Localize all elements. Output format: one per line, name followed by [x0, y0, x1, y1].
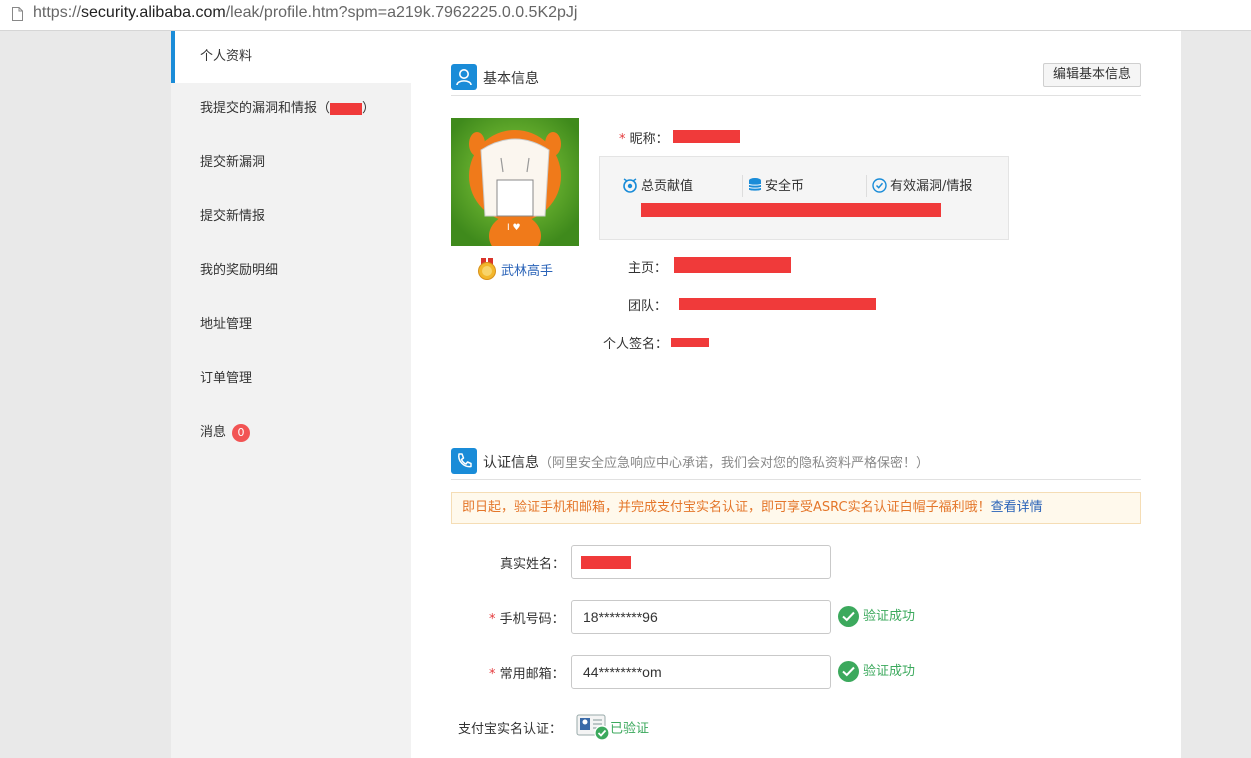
stat-valid: 有效漏洞/情报 — [872, 175, 972, 194]
url-host: security.alibaba.com — [81, 4, 226, 21]
user-icon — [451, 64, 477, 90]
basic-info-header: 基本信息 编辑基本信息 — [451, 61, 1141, 96]
browser-address-bar[interactable]: https://security.alibaba.com/leak/profil… — [0, 0, 1251, 31]
stats-values-redaction — [641, 203, 941, 217]
email-status-text: 验证成功 — [863, 664, 916, 679]
main-content: 基本信息 编辑基本信息 I ♥ 武林高手 * 昵称： 总贡献值 安全币 有效漏洞… — [411, 31, 1181, 758]
signature-label: 个人签名： — [603, 337, 669, 352]
target-icon — [623, 178, 637, 193]
sidebar-item-profile[interactable]: 个人资料 — [171, 31, 411, 83]
email-label-text: 常用邮箱： — [499, 667, 565, 682]
sidebar-item-submit-intel[interactable]: 提交新情报 — [171, 191, 411, 243]
check-icon — [838, 661, 859, 682]
notice-text: 即日起，验证手机和邮箱，并完成支付宝实名认证，即可享受ASRC实名认证白帽子福利… — [462, 500, 991, 515]
rank-label[interactable]: 武林高手 — [501, 260, 553, 279]
required-mark: * — [489, 667, 496, 682]
page-icon — [12, 7, 23, 21]
svg-text:I ♥: I ♥ — [507, 223, 521, 233]
redaction-block — [330, 102, 363, 115]
email-field[interactable]: 44********om — [571, 655, 831, 689]
signature-redaction — [671, 338, 709, 347]
auth-info-title: 认证信息（阿里安全应急响应中心承诺，我们会对您的隐私资料严格保密！） — [483, 452, 929, 472]
email-label: * 常用邮箱： — [489, 663, 565, 682]
avatar: I ♥ — [451, 118, 579, 246]
phone-icon — [451, 448, 477, 474]
phone-field[interactable]: 18********96 — [571, 600, 831, 634]
sidebar: 个人资料 我提交的漏洞和情报（ ） 提交新漏洞 提交新情报 我的奖励明细 地址管理… — [171, 31, 411, 758]
check-circle-icon — [872, 178, 887, 193]
sidebar-item-label: 我的奖励明细 — [200, 263, 279, 278]
id-card-icon — [576, 714, 610, 741]
email-verified-status: 验证成功 — [838, 660, 915, 684]
url-prefix: https:// — [33, 4, 82, 21]
nickname-label-text: 昵称： — [629, 132, 669, 147]
stat-valid-label: 有效漏洞/情报 — [890, 179, 973, 194]
verification-notice: 即日起，验证手机和邮箱，并完成支付宝实名认证，即可享受ASRC实名认证白帽子福利… — [451, 492, 1141, 524]
basic-info-title: 基本信息 — [483, 71, 539, 87]
stats-box: 总贡献值 安全币 有效漏洞/情报 — [599, 156, 1009, 240]
stat-divider — [742, 175, 743, 197]
url-path: /leak/profile.htm?spm=a219k.7962225.0.0.… — [225, 4, 578, 21]
url-text[interactable]: https://security.alibaba.com/leak/profil… — [33, 4, 577, 22]
phone-verified-status: 验证成功 — [838, 605, 915, 629]
sidebar-item-label-suffix: ） — [362, 101, 376, 116]
team-label: 团队： — [628, 299, 668, 314]
stat-contribution: 总贡献值 — [622, 175, 693, 194]
sidebar-item-address[interactable]: 地址管理 — [171, 299, 411, 351]
homepage-label: 主页： — [628, 261, 668, 276]
edit-basic-info-button[interactable]: 编辑基本信息 — [1042, 63, 1141, 87]
sidebar-item-label: 提交新漏洞 — [200, 155, 266, 170]
sidebar-item-label: 地址管理 — [200, 317, 253, 332]
sidebar-item-rewards[interactable]: 我的奖励明细 — [171, 245, 411, 297]
stat-divider — [866, 175, 867, 197]
phone-status-text: 验证成功 — [863, 609, 916, 624]
check-icon — [838, 606, 859, 627]
sidebar-item-label: 消息 — [200, 425, 227, 440]
team-redaction — [679, 298, 876, 310]
alipay-verified-status: 已验证 — [576, 713, 649, 741]
sidebar-item-submit-vulnerability[interactable]: 提交新漏洞 — [171, 137, 411, 189]
required-mark: * — [489, 612, 496, 627]
stat-coins: 安全币 — [748, 175, 804, 194]
auth-privacy-note: （阿里安全应急响应中心承诺，我们会对您的隐私资料严格保密！） — [539, 456, 930, 471]
sidebar-item-my-submissions[interactable]: 我提交的漏洞和情报（ ） — [171, 83, 411, 135]
sidebar-item-label: 订单管理 — [200, 371, 253, 386]
sidebar-item-label: 个人资料 — [200, 49, 253, 64]
realname-redaction — [581, 556, 631, 569]
auth-title-text: 认证信息 — [483, 455, 539, 471]
auth-info-header: 认证信息（阿里安全应急响应中心承诺，我们会对您的隐私资料严格保密！） — [451, 445, 1141, 480]
message-count-badge: 0 — [232, 423, 251, 442]
phone-label-text: 手机号码： — [499, 612, 565, 627]
realname-label: 真实姓名： — [500, 557, 566, 572]
nickname-label: * 昵称： — [619, 128, 669, 147]
sidebar-item-messages[interactable]: 消息 0 — [171, 407, 411, 459]
view-details-link[interactable]: 查看详情 — [991, 500, 1043, 515]
sidebar-item-label: 提交新情报 — [200, 209, 266, 224]
coin-stack-icon — [748, 178, 762, 191]
homepage-redaction — [674, 257, 791, 273]
sidebar-item-orders[interactable]: 订单管理 — [171, 353, 411, 405]
required-mark: * — [619, 132, 626, 147]
alipay-label: 支付宝实名认证： — [458, 722, 563, 737]
medal-icon — [478, 258, 496, 280]
realname-field[interactable] — [571, 545, 831, 579]
sidebar-item-label: 我提交的漏洞和情报（ — [200, 101, 331, 116]
stat-coins-label: 安全币 — [765, 179, 805, 194]
alipay-status-text: 已验证 — [610, 721, 650, 737]
phone-label: * 手机号码： — [489, 608, 565, 627]
nickname-redaction — [673, 130, 740, 143]
stat-contribution-label: 总贡献值 — [641, 179, 694, 194]
